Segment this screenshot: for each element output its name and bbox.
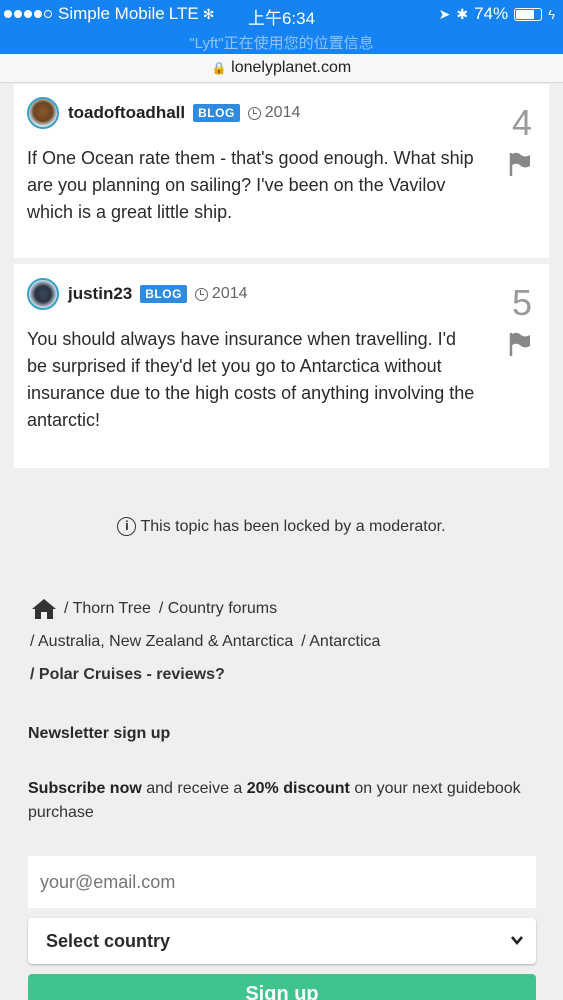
post-body: You should always have insurance when tr… bbox=[27, 329, 475, 430]
email-field[interactable] bbox=[28, 856, 536, 908]
post-number: 4 bbox=[511, 102, 532, 143]
breadcrumb-country-forums[interactable]: / Country forums bbox=[159, 600, 277, 618]
url-domain: lonelyplanet.com bbox=[231, 59, 352, 76]
bluetooth-icon: ✱ bbox=[456, 5, 469, 22]
breadcrumb-current: / Polar Cruises - reviews? bbox=[30, 665, 225, 683]
locked-notice-text: This topic has been locked by a moderato… bbox=[140, 517, 446, 535]
location-usage-notice[interactable]: "Lyft"正在使用您的位置信息 bbox=[0, 32, 563, 53]
chevron-down-icon bbox=[511, 936, 523, 946]
post-body: If One Ocean rate them - that's good eno… bbox=[27, 148, 474, 222]
post-date: 2014 bbox=[211, 285, 248, 302]
clock-icon bbox=[247, 106, 261, 120]
post-username[interactable]: toadoftoadhall bbox=[68, 103, 185, 123]
blog-badge[interactable]: BLOG bbox=[193, 104, 240, 122]
country-select-label: Select country bbox=[46, 930, 171, 951]
charging-icon: ϟ bbox=[548, 6, 555, 22]
avatar[interactable] bbox=[27, 97, 59, 129]
post-username[interactable]: justin23 bbox=[68, 284, 132, 304]
blog-badge[interactable]: BLOG bbox=[140, 285, 187, 303]
flag-icon[interactable] bbox=[508, 151, 532, 177]
newsletter-description: Subscribe now and receive a 20% discount… bbox=[28, 780, 521, 821]
post-date: 2014 bbox=[264, 104, 301, 121]
breadcrumb-antarctica[interactable]: / Antarctica bbox=[301, 633, 380, 651]
clock-icon bbox=[194, 287, 208, 301]
newsletter-title: Newsletter sign up bbox=[28, 725, 171, 742]
lock-icon: 🔒 bbox=[211, 61, 227, 75]
breadcrumb-australia-nz-antarctica[interactable]: / Australia, New Zealand & Antarctica bbox=[30, 633, 293, 651]
url-bar[interactable]: 🔒 lonelyplanet.com bbox=[0, 54, 563, 83]
flag-icon[interactable] bbox=[508, 331, 532, 357]
locked-notice: i This topic has been locked by a modera… bbox=[0, 517, 563, 536]
breadcrumb-thorn-tree[interactable]: / Thorn Tree bbox=[64, 600, 151, 618]
country-select[interactable]: Select country bbox=[28, 918, 536, 964]
breadcrumb: / Thorn Tree / Country forums / Australi… bbox=[30, 592, 540, 691]
battery-icon bbox=[514, 7, 543, 21]
post-number: 5 bbox=[511, 282, 532, 323]
avatar[interactable] bbox=[27, 278, 59, 310]
info-icon: i bbox=[117, 517, 137, 536]
location-arrow-icon: ➤ bbox=[438, 5, 451, 22]
post-card: toadoftoadhall BLOG 2014 4 If One Ocean … bbox=[14, 84, 549, 258]
battery-percent: 74% bbox=[474, 4, 509, 23]
post-card: justin23 BLOG 2014 5 You should always h… bbox=[14, 264, 549, 468]
home-icon[interactable] bbox=[30, 597, 58, 621]
status-bar: Simple Mobile LTE ✻ 上午6:34 ➤ ✱ 74% ϟ "Ly… bbox=[0, 0, 563, 54]
signup-button[interactable]: Sign up bbox=[28, 974, 536, 1000]
